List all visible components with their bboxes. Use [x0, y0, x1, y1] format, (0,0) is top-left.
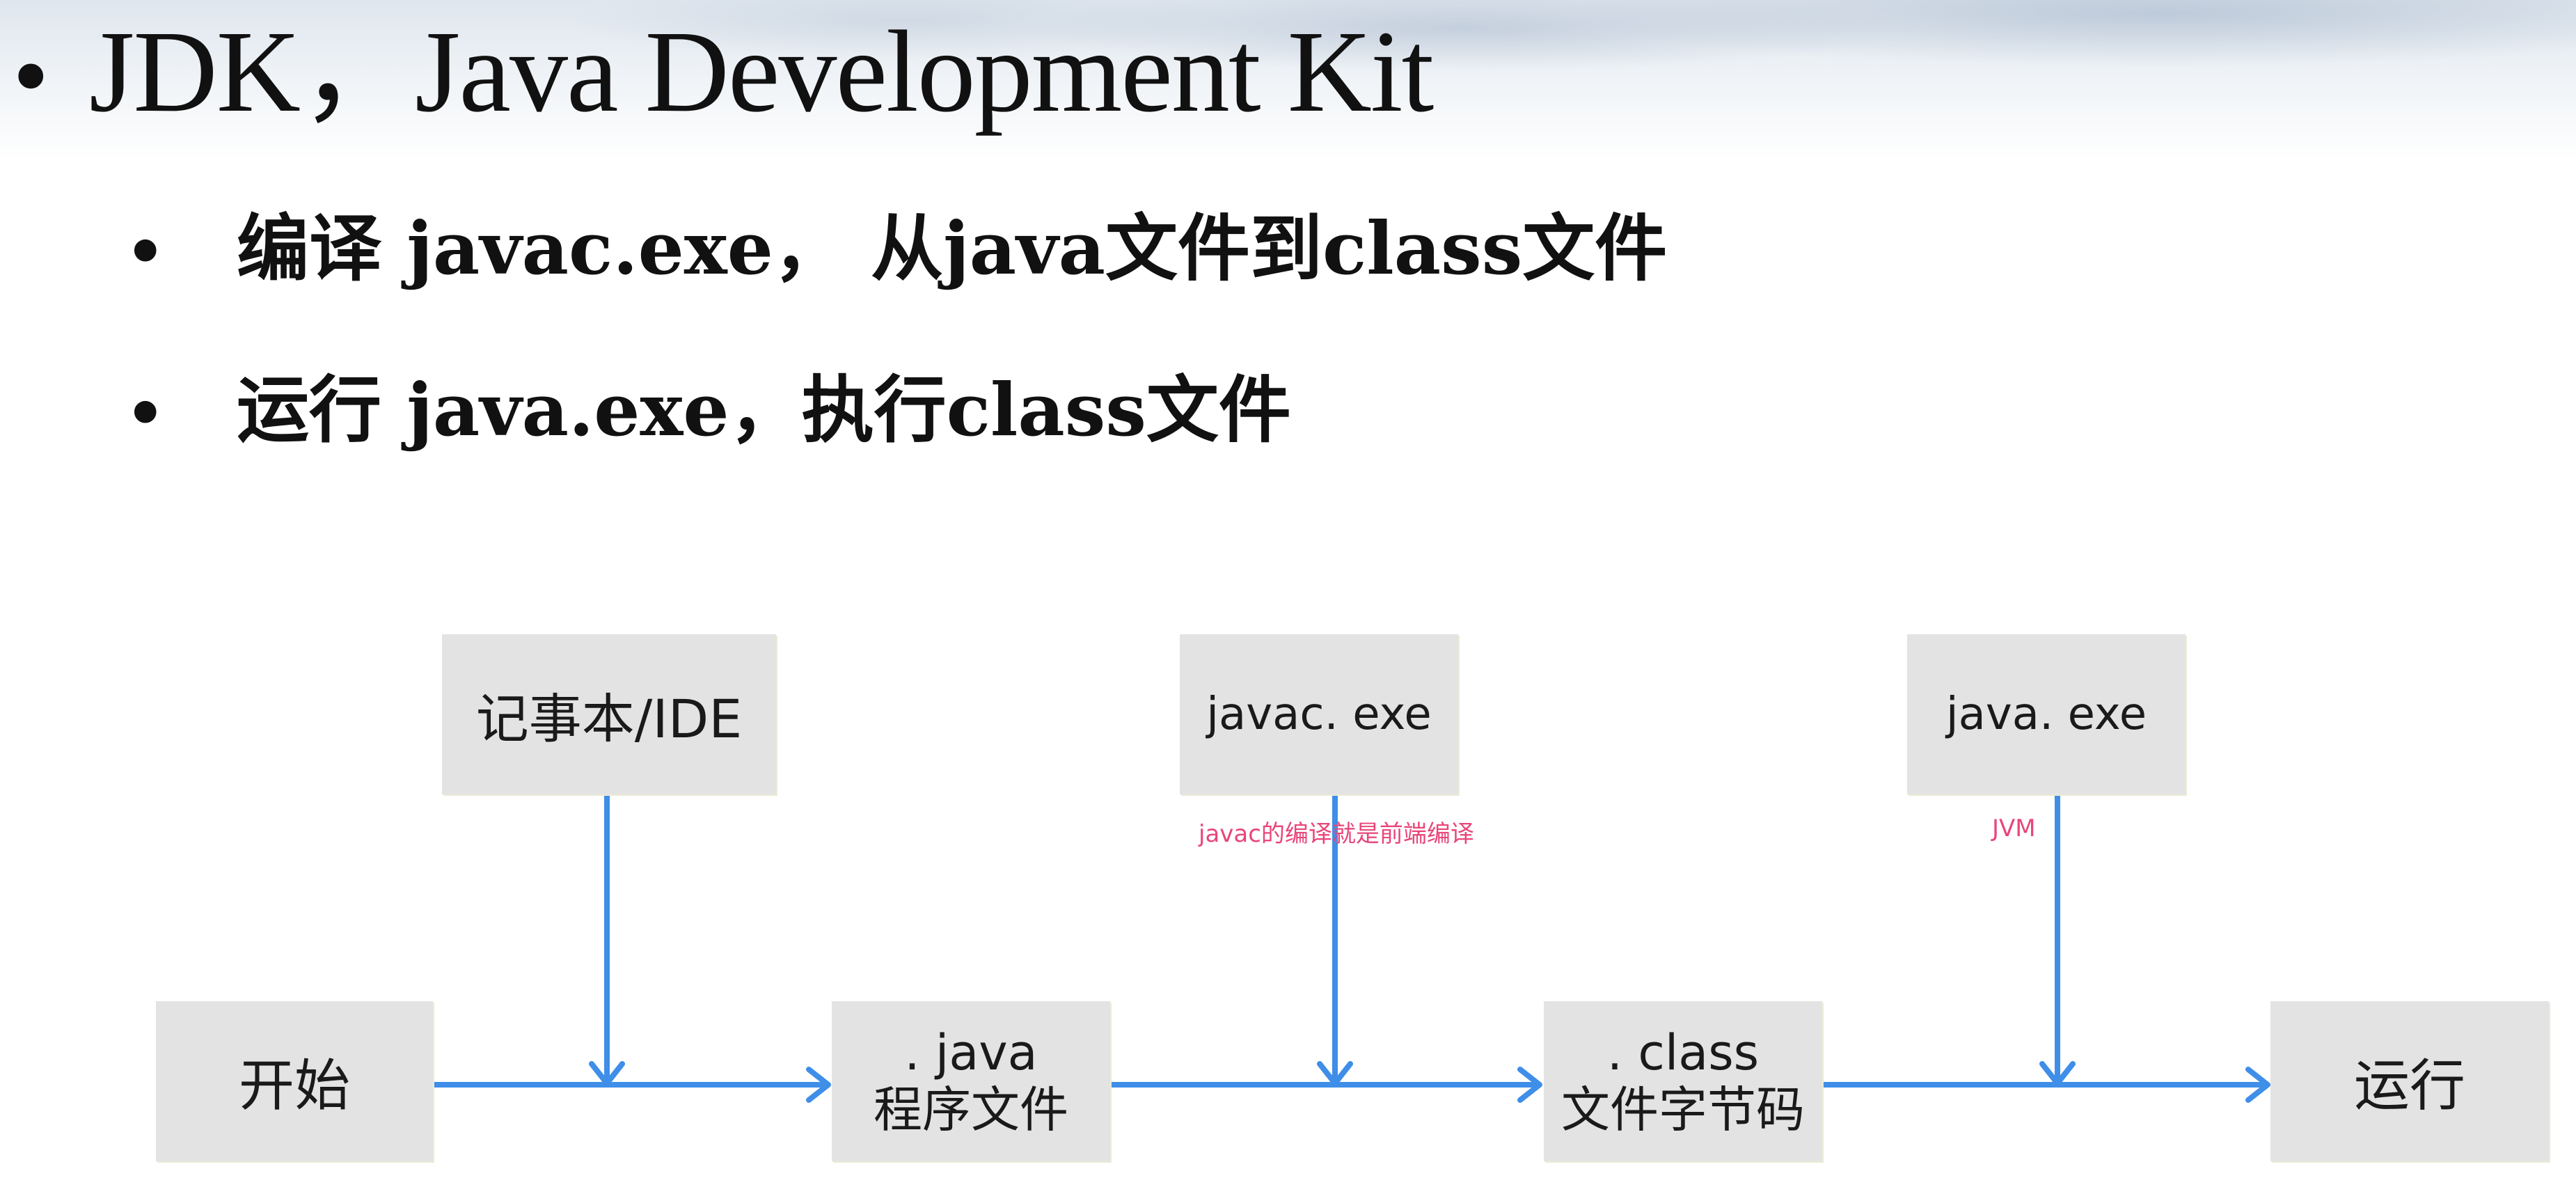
- box-start-label: 开始: [239, 1053, 350, 1118]
- annotation-javac-frontend: javac的编译就是前端编译: [1199, 820, 1474, 848]
- box-run-label: 运行: [2354, 1053, 2465, 1118]
- box-javaexe-label: java. exe: [1945, 689, 2147, 740]
- annotation-jvm: JVM: [1992, 815, 2036, 842]
- box-start: 开始: [156, 1001, 433, 1161]
- box-class-ext: . class: [1606, 1024, 1760, 1081]
- box-run: 运行: [2270, 1001, 2549, 1161]
- box-java-desc: 程序文件: [874, 1081, 1068, 1138]
- box-editor-label: 记事本/IDE: [475, 688, 743, 750]
- box-java-exe: java. exe: [1907, 634, 2186, 794]
- box-editor-ide: 记事本/IDE: [442, 634, 776, 794]
- box-class-desc: 文件字节码: [1561, 1081, 1805, 1138]
- box-java-ext: . java: [904, 1024, 1038, 1081]
- box-java-source-file: . java 程序文件: [832, 1001, 1110, 1161]
- box-javac-label: javac. exe: [1206, 689, 1432, 740]
- box-class-bytecode: . class 文件字节码: [1544, 1001, 1822, 1161]
- box-javac-exe: javac. exe: [1180, 634, 1458, 794]
